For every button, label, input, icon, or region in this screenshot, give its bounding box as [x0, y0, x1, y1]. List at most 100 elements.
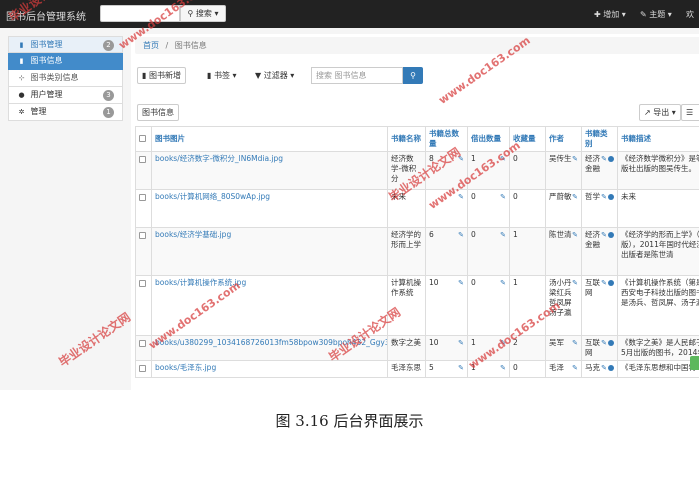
edit-icon[interactable]: ✎ [601, 363, 614, 373]
cell-name: 数字之美 [387, 335, 426, 361]
filter-menu[interactable]: ▼ 过滤器 ▾ [255, 67, 294, 84]
edit-icon[interactable]: ✎ [572, 192, 578, 202]
edit-icon[interactable]: ✎ [500, 363, 506, 373]
image-link[interactable]: books/经济数字-微积分_lN6Mdia.jpg [155, 154, 283, 163]
breadcrumb-current: 图书信息 [174, 41, 207, 50]
cell-favorites: 0 [509, 189, 546, 228]
edit-icon[interactable]: ✎ [500, 278, 506, 288]
info-icon[interactable] [608, 194, 614, 200]
floating-action-button[interactable] [690, 356, 699, 370]
table-row[interactable]: books/u380299_1034168726013fm58bpow309bp… [135, 335, 699, 361]
column-header-name[interactable]: 书籍名称 [387, 126, 426, 152]
category-value: 经济金融 [585, 154, 600, 173]
row-checkbox[interactable] [135, 275, 152, 336]
bookmark-menu[interactable]: ▮ 书签 ▾ [207, 67, 237, 84]
book-icon: ▮ [19, 57, 24, 65]
row-checkbox[interactable] [135, 227, 152, 276]
add-book-button[interactable]: ▮ 图书新增 [137, 67, 186, 84]
cell-image: books/计算机网络_80S0wAp.jpg [151, 189, 388, 228]
columns-icon: ☰ [686, 108, 694, 117]
author-value: 严蔚敏 [549, 192, 572, 201]
edit-icon[interactable]: ✎ [601, 192, 614, 202]
books-table: 图书图片 书籍名称 书籍总数量 借出数量 收藏量 作者 书籍类别 书籍描述 bo… [135, 126, 699, 378]
table-row[interactable]: books/经济学基础.jpg 经济学的形而上学 6 ✎ 0 ✎ 1 ✎ 陈世清 ✎ 经济金融 《经济… [135, 227, 699, 276]
sidebar-group-admin[interactable]: ✲ 管理 1 [8, 104, 123, 121]
search-input[interactable]: 搜索 图书信息 [311, 67, 403, 84]
watermark-text: 毕业设计论文网 [56, 309, 134, 370]
cell-description: 《经济数学微积分》是等教育出版社出版的图吴传生。 [617, 151, 699, 190]
edit-icon[interactable]: ✎ [500, 230, 506, 240]
columns-button[interactable]: ☰ [681, 104, 699, 121]
action-toolbar: ▮ 图书新增 ▮ 书签 ▾ ▼ 过滤器 ▾ 搜索 图书信息 ⚲ [137, 67, 697, 87]
theme-menu-label: 主题 [649, 10, 666, 19]
edit-icon[interactable]: ✎ [572, 338, 578, 348]
edit-icon[interactable]: ✎ [601, 154, 614, 164]
cell-description: 《数字之美》是人民邮于2012年5月出版的图书，2014年再版。 [617, 335, 699, 361]
row-checkbox[interactable] [135, 151, 152, 190]
theme-menu[interactable]: ✎ 主题 ▾ [640, 9, 672, 20]
edit-icon[interactable]: ✎ [458, 230, 464, 240]
row-checkbox[interactable] [135, 189, 152, 228]
sidebar-item-label: 图书类别信息 [30, 73, 79, 82]
search-icon: ⚲ [410, 71, 416, 80]
bookmark-icon: ▮ [207, 71, 212, 80]
category-value: 互联网 [585, 278, 600, 297]
image-link[interactable]: books/经济学基础.jpg [155, 230, 231, 239]
table-header-row: 图书图片 书籍名称 书籍总数量 借出数量 收藏量 作者 书籍类别 书籍描述 [135, 126, 699, 152]
sidebar-item-book-category[interactable]: ⊹ 图书类别信息 [8, 70, 123, 87]
table-row[interactable]: books/计算机网络_80S0wAp.jpg 未来 ✎ 0 ✎ 0 ✎ 严蔚敏 ✎ 哲学 未来 [135, 189, 699, 228]
lent-value: 1 [471, 338, 476, 347]
edit-icon[interactable]: ✎ [601, 230, 614, 240]
tab-book-info[interactable]: 图书信息 [137, 104, 179, 121]
add-menu[interactable]: ✚ 增加 ▾ [594, 9, 626, 20]
export-button[interactable]: ↗ 导出 ▾ [639, 104, 681, 121]
caret-down-icon: ▾ [290, 71, 295, 80]
sidebar-item-book-info[interactable]: ▮ 图书信息 [8, 53, 123, 70]
share-icon: ↗ [644, 108, 651, 117]
info-icon[interactable] [608, 340, 614, 346]
info-icon[interactable] [608, 232, 614, 238]
plus-icon: ✚ [594, 10, 601, 19]
edit-icon[interactable]: ✎ [458, 278, 464, 288]
edit-icon[interactable]: ✎ [601, 338, 614, 348]
breadcrumb-separator: / [165, 41, 169, 50]
cell-category: ✎ 互联网 [581, 335, 618, 361]
edit-icon[interactable]: ✎ [572, 278, 578, 288]
cell-image: books/经济学基础.jpg [151, 227, 388, 276]
user-menu[interactable]: 欢 [686, 9, 694, 20]
image-link[interactable]: books/毛泽东.jpg [155, 363, 216, 372]
search-submit-button[interactable]: ⚲ [403, 67, 423, 84]
table-row[interactable]: books/毛泽东.jpg 毛泽东思 5 ✎ 1 ✎ 0 ✎ 毛泽 ✎ 马克 《毛泽东思想和中国特 [135, 360, 699, 378]
filter-icon: ▼ [255, 71, 262, 80]
info-icon[interactable] [608, 365, 614, 371]
sidebar-group-users[interactable]: ● 用户管理 3 [8, 87, 123, 104]
edit-icon[interactable]: ✎ [458, 363, 464, 373]
table-row[interactable]: books/计算机操作系统.jpg 计算机操作系统 10 ✎ 0 ✎ 1 ✎ 汤小丹 梁红兵 哲… [135, 275, 699, 336]
edit-icon[interactable]: ✎ [601, 278, 614, 288]
info-icon[interactable] [608, 156, 614, 162]
breadcrumb-home[interactable]: 首页 [143, 41, 159, 50]
image-link[interactable]: books/计算机网络_80S0wAp.jpg [155, 192, 270, 201]
edit-icon[interactable]: ✎ [500, 192, 506, 202]
edit-icon[interactable]: ✎ [572, 154, 578, 164]
cell-author: ✎ 吴军 [545, 335, 582, 361]
caret-down-icon: ▾ [214, 9, 219, 18]
cell-author: ✎ 吴传生 [545, 151, 582, 190]
row-checkbox[interactable] [135, 360, 152, 378]
select-all-checkbox[interactable] [135, 126, 152, 152]
column-header-category[interactable]: 书籍类别 [581, 126, 618, 152]
cell-total: 10 ✎ [425, 335, 468, 361]
column-header-image[interactable]: 图书图片 [151, 126, 388, 152]
column-header-description[interactable]: 书籍描述 [617, 126, 699, 152]
edit-icon[interactable]: ✎ [572, 230, 578, 240]
info-icon[interactable] [608, 280, 614, 286]
cell-description: 《毛泽东思想和中国特 [617, 360, 699, 378]
column-header-author[interactable]: 作者 [545, 126, 582, 152]
nav-search-label: 搜索 [195, 9, 212, 18]
sidebar-item-label: 图书管理 [30, 40, 63, 49]
edit-icon[interactable]: ✎ [572, 363, 578, 373]
edit-icon[interactable]: ✎ [458, 338, 464, 348]
lent-value: 1 [471, 154, 476, 163]
sidebar-group-books[interactable]: ▮ 图书管理 2 [8, 36, 123, 53]
total-value: 5 [429, 363, 434, 372]
